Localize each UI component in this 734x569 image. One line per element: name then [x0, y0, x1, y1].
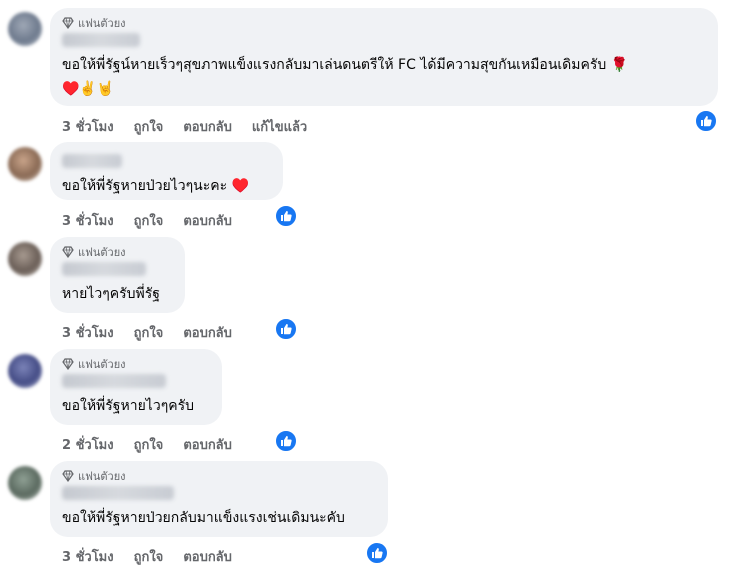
thumbs-up-reaction-icon	[372, 548, 383, 559]
timestamp[interactable]: 2 ชั่วโมง	[62, 434, 114, 455]
comment-bubble: แฟนตัวยง ขอให้พี่รัฐหายป่วยกลับมาแข็งแรง…	[50, 461, 388, 537]
reply-button[interactable]: ตอบกลับ	[183, 116, 232, 137]
reply-button[interactable]: ตอบกลับ	[183, 210, 232, 231]
comment-bubble: แฟนตัวยง หายไวๆครับพี่รัฐ	[50, 237, 185, 313]
comment-actions: 3 ชั่วโมง ถูกใจ ตอบกลับ แก้ไขแล้ว	[62, 116, 307, 137]
like-button[interactable]: ถูกใจ	[134, 210, 164, 231]
commenter-name[interactable]	[62, 154, 122, 168]
thumbs-up-reaction-icon	[701, 116, 712, 127]
badge-label: แฟนตัวยง	[78, 246, 126, 259]
diamond-icon	[62, 358, 74, 370]
comment-text: ขอให้พี่รัฐหายไวๆครับ	[62, 398, 195, 414]
like-button[interactable]: ถูกใจ	[134, 116, 164, 137]
commenter-name[interactable]	[62, 262, 146, 276]
avatar[interactable]	[8, 242, 42, 276]
badge-label: แฟนตัวยง	[78, 470, 126, 483]
timestamp[interactable]: 3 ชั่วโมง	[62, 116, 114, 137]
reaction-count[interactable]	[274, 317, 298, 341]
diamond-icon	[62, 246, 74, 258]
badge-label: แฟนตัวยง	[78, 358, 126, 371]
reaction-count[interactable]	[274, 204, 298, 228]
reply-button[interactable]: ตอบกลับ	[183, 546, 232, 567]
reply-button[interactable]: ตอบกลับ	[183, 434, 232, 455]
timestamp[interactable]: 3 ชั่วโมง	[62, 210, 114, 231]
comment-actions: 3 ชั่วโมง ถูกใจ ตอบกลับ	[62, 546, 232, 567]
avatar[interactable]	[8, 354, 42, 388]
reply-button[interactable]: ตอบกลับ	[183, 322, 232, 343]
edited-label[interactable]: แก้ไขแล้ว	[252, 116, 307, 137]
diamond-icon	[62, 470, 74, 482]
commenter-name[interactable]	[62, 374, 166, 388]
comment-bubble: แฟนตัวยง ขอให้พี่รัฐน์หายเร็วๆสุขภาพแข็ง…	[50, 8, 718, 106]
top-fan-badge: แฟนตัวยง	[62, 357, 210, 371]
comment-actions: 3 ชั่วโมง ถูกใจ ตอบกลับ	[62, 210, 232, 231]
like-button[interactable]: ถูกใจ	[134, 546, 164, 567]
commenter-name[interactable]	[62, 486, 174, 500]
comment-actions: 3 ชั่วโมง ถูกใจ ตอบกลับ	[62, 322, 232, 343]
badge-label: แฟนตัวยง	[78, 17, 126, 30]
top-fan-badge: แฟนตัวยง	[62, 16, 706, 30]
top-fan-badge: แฟนตัวยง	[62, 245, 173, 259]
avatar[interactable]	[8, 466, 42, 500]
avatar[interactable]	[8, 12, 42, 46]
like-button[interactable]: ถูกใจ	[134, 434, 164, 455]
reaction-count[interactable]	[694, 109, 718, 133]
reaction-count[interactable]	[365, 541, 389, 565]
timestamp[interactable]: 3 ชั่วโมง	[62, 546, 114, 567]
top-fan-badge: แฟนตัวยง	[62, 469, 376, 483]
thumbs-up-reaction-icon	[281, 211, 292, 222]
like-button[interactable]: ถูกใจ	[134, 322, 164, 343]
comment-bubble: แฟนตัวยง ขอให้พี่รัฐหายไวๆครับ	[50, 349, 222, 425]
commenter-name[interactable]	[62, 33, 140, 47]
avatar[interactable]	[8, 147, 42, 181]
comment-text-emoji: ♥️✌️🤘	[62, 81, 115, 97]
thumbs-up-reaction-icon	[281, 324, 292, 335]
timestamp[interactable]: 3 ชั่วโมง	[62, 322, 114, 343]
diamond-icon	[62, 17, 74, 29]
comment-bubble: ขอให้พี่รัฐหายป่วยไวๆนะคะ ♥️	[50, 142, 283, 200]
thumbs-up-reaction-icon	[281, 436, 292, 447]
comment-actions: 2 ชั่วโมง ถูกใจ ตอบกลับ	[62, 434, 232, 455]
comment-text: ขอให้พี่รัฐน์หายเร็วๆสุขภาพแข็งแรงกลับมา…	[62, 57, 629, 73]
comment-text: หายไวๆครับพี่รัฐ	[62, 286, 160, 302]
reaction-count[interactable]	[274, 429, 298, 453]
comment-text: ขอให้พี่รัฐหายป่วยกลับมาแข็งแรงเช่นเดิมน…	[62, 510, 345, 526]
comment-text: ขอให้พี่รัฐหายป่วยไวๆนะคะ ♥️	[62, 178, 250, 194]
